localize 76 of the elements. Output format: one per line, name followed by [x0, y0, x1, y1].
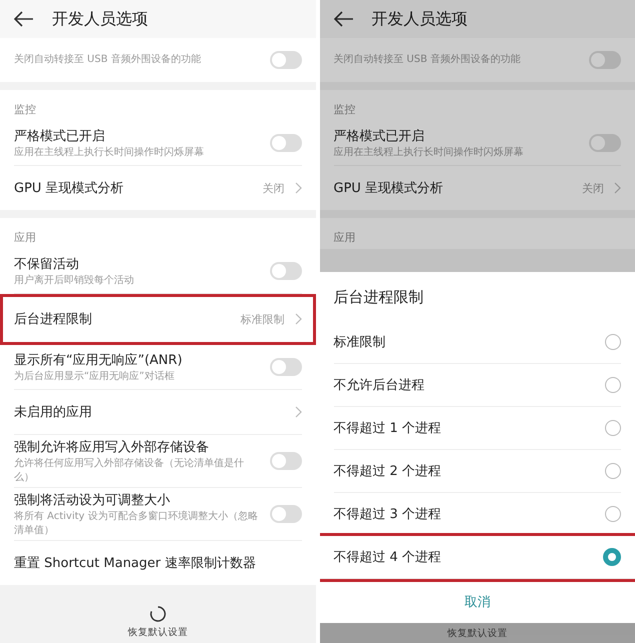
section-label: 监控 [334, 102, 356, 118]
radio-button[interactable] [605, 420, 621, 436]
restore-defaults-label[interactable]: 恢复默认设置 [447, 626, 508, 640]
setting-value: 关闭 [262, 180, 284, 196]
toggle-switch[interactable] [270, 51, 302, 69]
setting-title: 不保留活动 [14, 256, 80, 273]
setting-row[interactable]: 严格模式已开启 应用在主线程上执行长时间操作时闪烁屏幕 [334, 121, 621, 166]
section-label: 监控 [14, 102, 37, 118]
toggle-switch[interactable] [589, 134, 621, 152]
setting-description: 应用在主线程上执行长时间操作时闪烁屏幕 [334, 146, 524, 160]
chevron-icon [294, 406, 302, 418]
screen-title: 开发人员选项 [52, 8, 148, 30]
radio-button[interactable] [605, 463, 621, 479]
setting-title: 强制允许将应用写入外部存储设备 [14, 439, 210, 456]
back-arrow-icon[interactable] [14, 11, 34, 27]
toggle-switch[interactable] [270, 358, 302, 376]
highlight-frame[interactable]: 后台进程限制 标准限制 [0, 294, 316, 345]
setting-title: 严格模式已开启 [14, 128, 106, 145]
restore-icon[interactable] [148, 605, 167, 623]
restore-defaults-label[interactable]: 恢复默认设置 [128, 626, 188, 639]
cancel-button[interactable]: 取消 [448, 587, 506, 617]
toggle-switch[interactable] [270, 505, 302, 523]
setting-title: 强制将活动设为可调整大小 [14, 492, 171, 509]
option-label: 不允许后台进程 [334, 377, 424, 394]
setting-value: 标准限制 [240, 312, 284, 326]
setting-description: 用户离开后即销毁每个活动 [14, 274, 135, 288]
setting-description: 应用在主线程上执行长时间操作时闪烁屏幕 [14, 146, 205, 160]
setting-title: 严格模式已开启 [334, 128, 426, 145]
radio-button[interactable] [603, 548, 621, 566]
setting-row[interactable]: 显示所有“应用无响应”(ANR) 为后台应用显示“应用无响应”对话框 [14, 345, 302, 390]
setting-title: GPU 呈现模式分析 [14, 180, 125, 197]
option-label: 不得超过 4 个进程 [334, 549, 442, 566]
toggle-switch[interactable] [270, 452, 302, 470]
setting-title: 未启用的应用 [14, 404, 93, 421]
option-label: 不得超过 2 个进程 [334, 463, 442, 480]
setting-row[interactable]: 强制允许将应用写入外部存储设备 允许将任何应用写入外部存储设备（无论清单值是什么） [14, 435, 302, 488]
setting-row[interactable]: 不保留活动 用户离开后即销毁每个活动 [14, 249, 302, 294]
option-label: 不得超过 1 个进程 [334, 420, 442, 437]
chevron-icon [614, 182, 621, 194]
option-row[interactable]: 不得超过 3 个进程 [334, 493, 621, 536]
setting-description: 为后台应用显示“应用无响应”对话框 [14, 370, 176, 384]
toggle-switch[interactable] [589, 51, 621, 69]
setting-description: 关闭自动转接至 USB 音频外围设备的功能 [334, 53, 522, 67]
radio-button[interactable] [605, 377, 621, 393]
setting-title: 重置 Shortcut Manager 速率限制计数器 [14, 555, 257, 572]
setting-title: 后台进程限制 [14, 311, 93, 328]
setting-title: GPU 呈现模式分析 [334, 180, 444, 197]
radio-button[interactable] [605, 506, 621, 522]
option-row[interactable]: 不允许后台进程 [334, 364, 621, 407]
chevron-icon [294, 313, 302, 325]
screen-title: 开发人员选项 [372, 8, 468, 30]
option-row[interactable]: 标准限制 [334, 321, 621, 364]
setting-row[interactable]: 严格模式已开启 应用在主线程上执行长时间操作时闪烁屏幕 [14, 121, 302, 166]
setting-description: 将所有 Activity 设为可配合多窗口环境调整大小（忽略清单值） [14, 510, 259, 537]
option-row[interactable]: 不得超过 1 个进程 [334, 407, 621, 450]
option-row[interactable]: 不得超过 2 个进程 [334, 450, 621, 493]
setting-description: 允许将任何应用写入外部存储设备（无论清单值是什么） [14, 457, 245, 484]
setting-title: 显示所有“应用无响应”(ANR) [14, 352, 184, 369]
toggle-switch[interactable] [270, 134, 302, 152]
highlight-frame[interactable]: 不得超过 4 个进程 [320, 536, 635, 579]
back-arrow-icon[interactable] [334, 11, 354, 27]
radio-button[interactable] [605, 334, 621, 350]
chevron-icon [294, 182, 302, 194]
setting-row[interactable]: GPU 呈现模式分析 关闭 [14, 166, 302, 210]
setting-description: 关闭自动转接至 USB 音频外围设备的功能 [14, 53, 202, 67]
option-label: 不得超过 3 个进程 [334, 506, 442, 523]
setting-row[interactable]: 重置 Shortcut Manager 速率限制计数器 [14, 541, 302, 585]
section-label: 应用 [334, 230, 356, 246]
setting-row[interactable]: 强制将活动设为可调整大小 将所有 Activity 设为可配合多窗口环境调整大小（忽略清单值） [14, 488, 302, 541]
setting-row[interactable]: GPU 呈现模式分析 关闭 [334, 166, 621, 210]
section-label: 应用 [14, 230, 37, 246]
toggle-switch[interactable] [270, 262, 302, 280]
setting-row[interactable]: 未启用的应用 [14, 390, 302, 435]
option-label: 标准限制 [334, 334, 386, 351]
dialog-title: 后台进程限制 [334, 287, 424, 308]
setting-value: 关闭 [582, 180, 604, 196]
